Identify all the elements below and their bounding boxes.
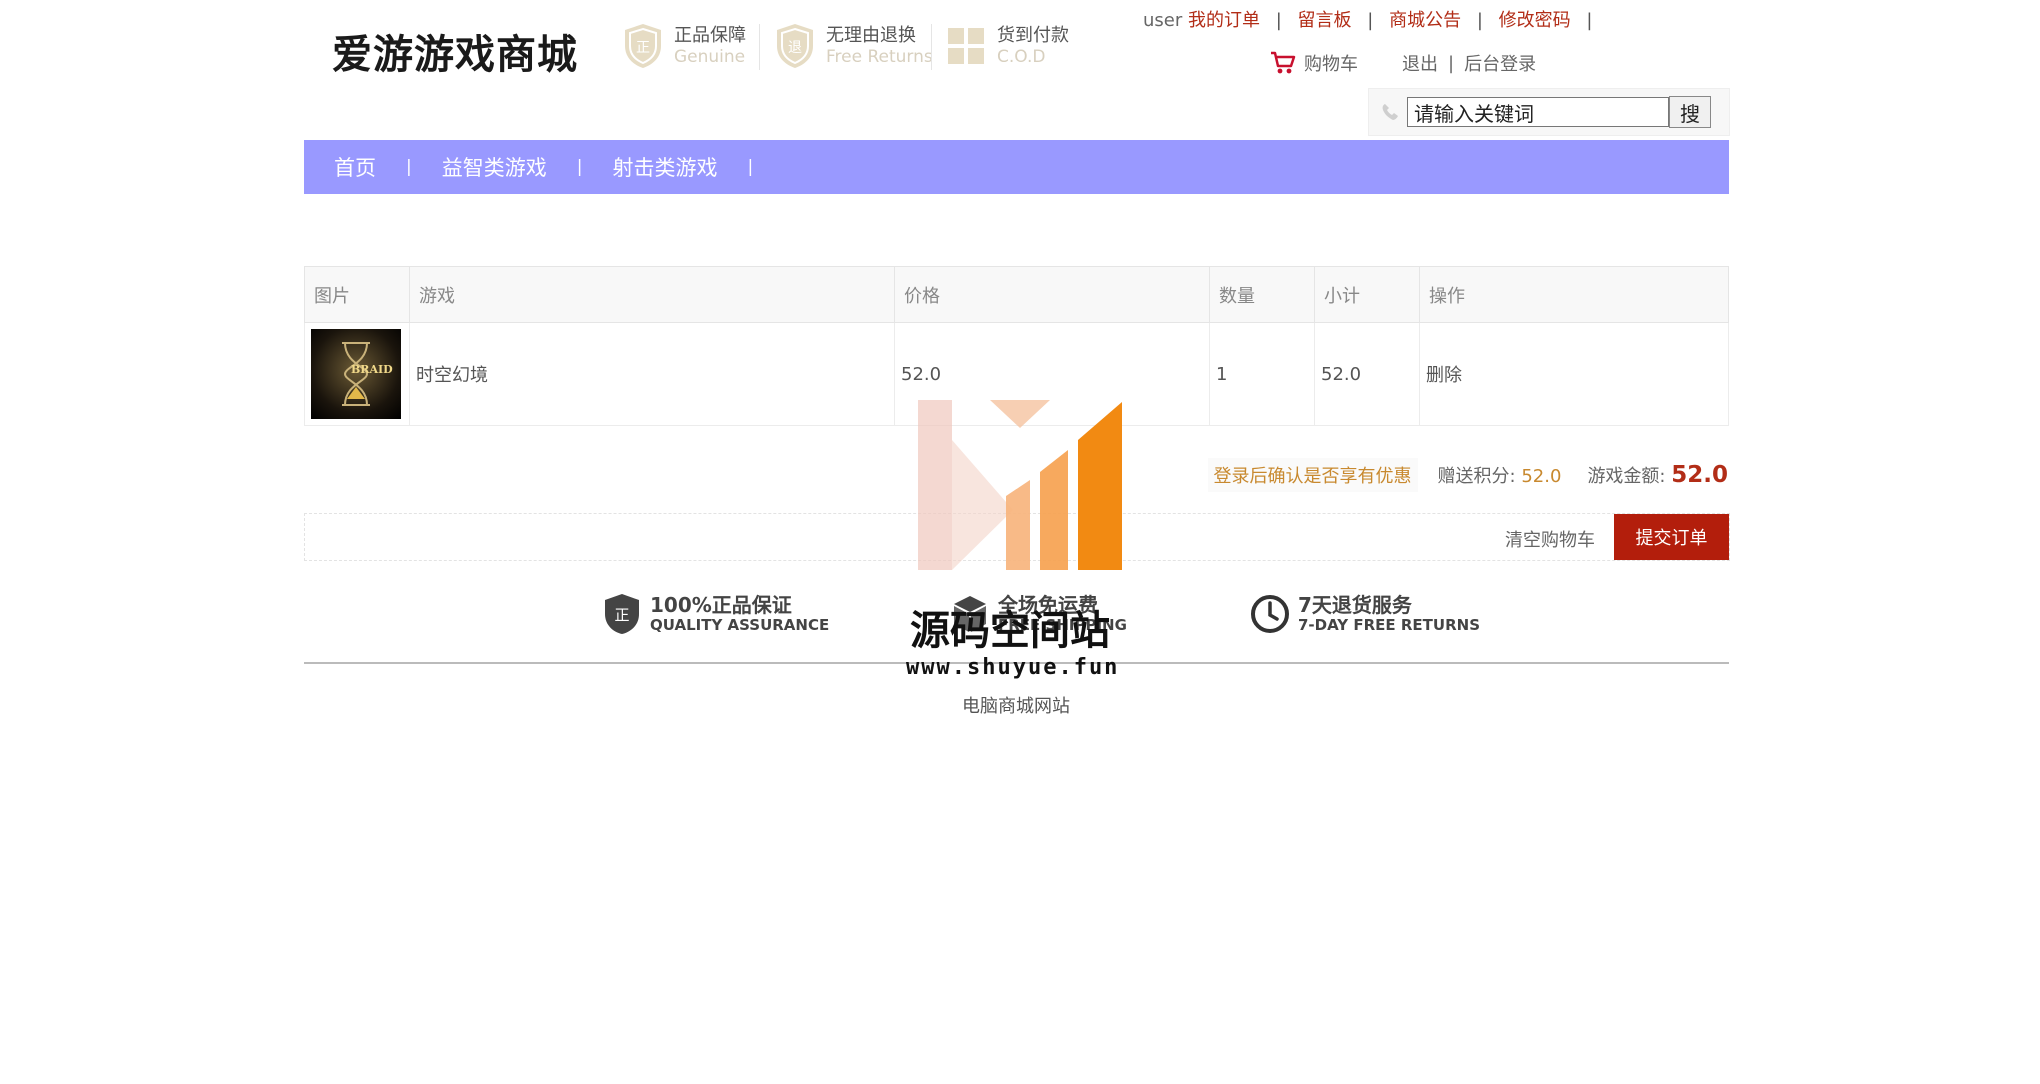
clear-cart-link[interactable]: 清空购物车: [1505, 526, 1595, 552]
game-subtotal: 52.0: [1314, 322, 1420, 426]
guarantee-subtitle: 7-DAY FREE RETURNS: [1298, 616, 1480, 634]
submit-order-button[interactable]: 提交订单: [1614, 514, 1729, 560]
guarantee-title: 100%正品保证: [650, 593, 792, 617]
nav-item-home[interactable]: 首页: [304, 152, 406, 182]
promise-subtitle: Free Returns: [826, 47, 933, 67]
gift-box-icon: [948, 28, 984, 64]
promise-title: 无理由退换: [826, 25, 916, 46]
phone-icon: [1382, 104, 1398, 120]
shield-returns-icon: 退: [777, 24, 813, 68]
col-image: 图片: [304, 266, 410, 323]
amount-value: 52.0: [1671, 462, 1728, 488]
search-button[interactable]: 搜: [1669, 96, 1711, 128]
col-subtotal: 小计: [1314, 266, 1420, 323]
guarantee-title: 7天退货服务: [1298, 593, 1412, 617]
promise-subtitle: C.O.D: [997, 47, 1046, 67]
bonus-points: 赠送积分: 52.0: [1438, 462, 1562, 488]
clock-icon: [1251, 595, 1289, 633]
game-quantity: 1: [1209, 322, 1315, 426]
link-separator: |: [1586, 10, 1593, 31]
divider: [759, 24, 760, 70]
promise-free-returns: 退 无理由退换 Free Returns: [774, 20, 933, 72]
watermark-url: www.shuyue.fun: [906, 655, 1120, 680]
footer-site-text: 电脑商城网站: [962, 696, 1070, 717]
promise-subtitle: Genuine: [674, 47, 746, 67]
watermark-title: 源码空间站: [910, 608, 1110, 654]
user-links: user 我的订单 | 留言板 | 商城公告 | 修改密码 |: [1143, 6, 1602, 32]
account-row: 购物车 退出 | 后台登录: [1270, 50, 1536, 76]
points-value: 52.0: [1521, 466, 1562, 487]
nav-separator: |: [747, 157, 754, 177]
order-summary: 登录后确认是否享有优惠 赠送积分: 52.0 游戏金额: 52.0: [1207, 458, 1728, 492]
search-box: 搜: [1368, 88, 1730, 136]
col-action: 操作: [1419, 266, 1729, 323]
table-header-row: 图片 游戏 价格 数量 小计 操作: [304, 266, 1729, 323]
cart-label: 购物车: [1304, 54, 1358, 75]
svg-text:正: 正: [636, 40, 650, 56]
game-amount: 游戏金额: 52.0: [1587, 462, 1728, 488]
divider: [931, 24, 932, 70]
change-password-link[interactable]: 修改密码: [1499, 10, 1571, 31]
watermark-logo-icon: [918, 400, 1122, 570]
promise-title: 正品保障: [674, 25, 746, 46]
game-thumbnail[interactable]: BRAID: [311, 329, 401, 419]
admin-login-link[interactable]: 后台登录: [1464, 50, 1536, 76]
link-separator: |: [1367, 10, 1374, 31]
col-game: 游戏: [409, 266, 895, 323]
guarantee-returns: 7天退货服务 7-DAY FREE RETURNS: [1250, 592, 1480, 636]
amount-label: 游戏金额:: [1587, 466, 1666, 487]
link-separator: |: [1476, 10, 1483, 31]
shopping-cart-icon: [1271, 51, 1296, 74]
message-board-link[interactable]: 留言板: [1298, 10, 1352, 31]
svg-text:正: 正: [614, 606, 629, 624]
logout-link[interactable]: 退出: [1402, 50, 1438, 76]
cart-link[interactable]: 购物车: [1270, 50, 1358, 76]
game-name: 时空幻境: [409, 322, 895, 426]
promise-title: 货到付款: [997, 25, 1069, 46]
main-nav: 首页 | 益智类游戏 | 射击类游戏 |: [304, 140, 1729, 194]
svg-text:退: 退: [788, 40, 802, 56]
username: user: [1143, 10, 1183, 31]
col-quantity: 数量: [1209, 266, 1315, 323]
nav-item-puzzle-games[interactable]: 益智类游戏: [412, 152, 577, 182]
link-separator: |: [1275, 10, 1282, 31]
guarantee-quality: 正 100%正品保证 QUALITY ASSURANCE: [602, 592, 829, 636]
promo-notice: 登录后确认是否享有优惠: [1207, 458, 1418, 492]
nav-item-shooter-games[interactable]: 射击类游戏: [582, 152, 747, 182]
announcements-link[interactable]: 商城公告: [1389, 10, 1461, 31]
promise-cod: 货到付款 C.O.D: [945, 20, 1069, 72]
shield-quality-icon: 正: [605, 594, 639, 634]
shield-genuine-icon: 正: [625, 24, 661, 68]
my-orders-link[interactable]: 我的订单: [1188, 10, 1260, 31]
guarantee-subtitle: QUALITY ASSURANCE: [650, 616, 830, 634]
game-thumbnail-cell: BRAID: [304, 322, 410, 426]
link-separator: |: [1448, 52, 1455, 74]
site-logo[interactable]: 爱游游戏商城: [332, 22, 578, 80]
points-label: 赠送积分:: [1437, 466, 1516, 487]
thumbnail-title: BRAID: [351, 363, 393, 376]
delete-item-link[interactable]: 删除: [1426, 365, 1462, 386]
promise-genuine: 正 正品保障 Genuine: [622, 20, 746, 72]
col-price: 价格: [894, 266, 1210, 323]
search-input[interactable]: [1407, 97, 1669, 127]
